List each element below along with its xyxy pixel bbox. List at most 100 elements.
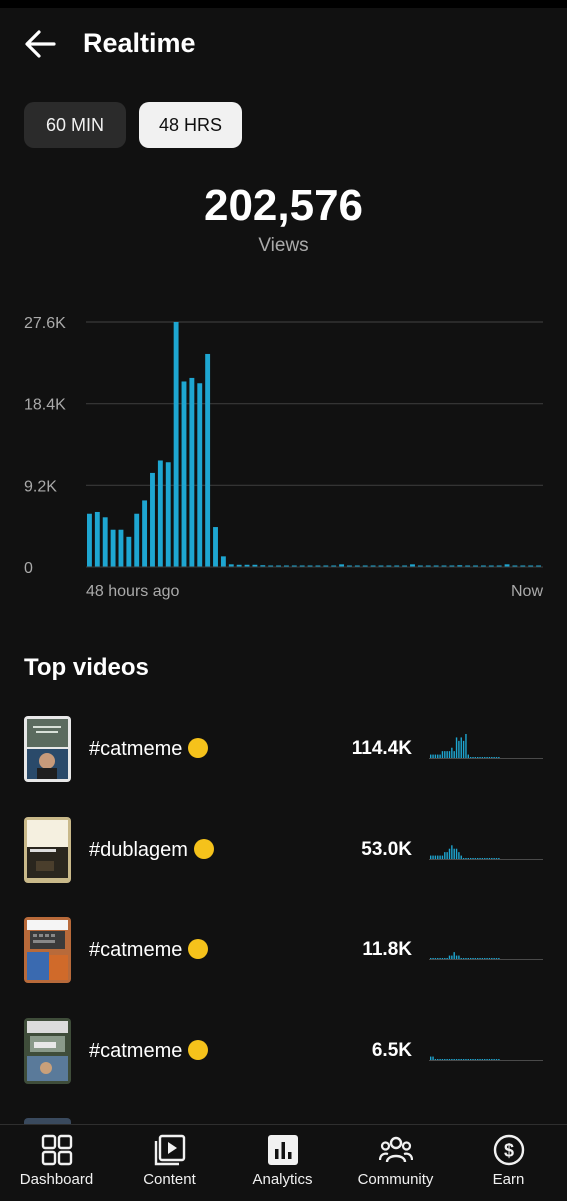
x-start-label: 48 hours ago xyxy=(86,583,180,600)
sparkline-bar xyxy=(479,757,481,758)
nav-content[interactable]: Content xyxy=(113,1125,226,1201)
sparkline-bar xyxy=(488,858,491,859)
sparkline-bar xyxy=(462,858,465,859)
sparkline-bar xyxy=(484,958,486,959)
sparkline-bar xyxy=(493,757,495,758)
sparkline-bar xyxy=(434,1059,437,1060)
sparkline-bar xyxy=(446,751,448,758)
sparkline-bar xyxy=(437,958,439,959)
sparkline-bar xyxy=(455,848,458,859)
chart-bar[interactable] xyxy=(213,527,218,567)
video-title: #dublagem xyxy=(89,837,214,863)
sparkline-bar xyxy=(472,757,474,758)
chart-bar[interactable] xyxy=(126,536,132,567)
video-row[interactable]: #dublagem 53.0K xyxy=(0,817,567,883)
range-chip-48-hrs[interactable]: 48 HRS xyxy=(139,102,242,148)
sparkline-bar xyxy=(488,757,491,758)
y-tick-label: 0 xyxy=(24,560,33,577)
sparkline-bar xyxy=(467,1059,469,1060)
sparkline-bar xyxy=(486,958,488,959)
video-row[interactable]: #catmeme 114.4K xyxy=(0,716,567,782)
sparkline-bar xyxy=(465,1059,467,1060)
chart-bar[interactable] xyxy=(118,529,124,567)
sparkline-bar xyxy=(495,757,498,758)
sparkline-bar xyxy=(462,958,465,959)
content-icon xyxy=(154,1134,185,1166)
chart-bar[interactable] xyxy=(142,500,148,567)
sparkline-bar xyxy=(441,751,444,758)
sparkline-bar xyxy=(477,757,479,758)
sparkline-bar xyxy=(437,754,439,758)
sparkline-bar xyxy=(491,1059,493,1060)
sparkline-bar xyxy=(469,858,472,859)
sparkline-bar xyxy=(451,955,453,959)
sparkline-bar xyxy=(465,734,467,758)
sparkline-bar xyxy=(446,852,448,859)
range-chip-60-min[interactable]: 60 MIN xyxy=(24,102,126,148)
sparkline-bar xyxy=(432,855,434,859)
video-row[interactable]: #catmeme 11.8K xyxy=(0,917,567,983)
back-button[interactable] xyxy=(20,24,60,64)
sparkline-bar xyxy=(481,1059,484,1060)
video-thumbnail xyxy=(24,1018,71,1084)
sparkline-bar xyxy=(486,858,488,859)
chart-bar[interactable] xyxy=(181,381,187,567)
svg-text:$: $ xyxy=(503,1141,513,1161)
chart-bar[interactable] xyxy=(197,383,203,567)
video-row[interactable]: #catmeme 6.5K xyxy=(0,1018,567,1084)
chart-bar[interactable] xyxy=(189,377,195,567)
chart-bar[interactable] xyxy=(173,322,179,567)
nav-dashboard[interactable]: Dashboard xyxy=(0,1125,113,1201)
sparkline-bar xyxy=(448,848,451,859)
chart-bar[interactable] xyxy=(220,556,226,567)
nav-label: Content xyxy=(143,1171,196,1188)
nav-analytics[interactable]: Analytics xyxy=(226,1125,339,1201)
sparkline-bar xyxy=(437,855,439,859)
sparkline-bar xyxy=(493,858,495,859)
sparkline-bar xyxy=(458,740,460,758)
chart-bar[interactable] xyxy=(110,529,116,567)
sparkline-bar xyxy=(446,1059,448,1060)
sparkline-bar xyxy=(432,1056,434,1060)
sparkline-bar xyxy=(458,955,460,959)
sparkline-bar xyxy=(458,1059,460,1060)
chart-bar[interactable] xyxy=(102,517,108,567)
nav-community[interactable]: Community xyxy=(339,1125,452,1201)
sparkline-bar xyxy=(446,958,448,959)
sparkline-bar xyxy=(467,858,469,859)
nav-earn[interactable]: $ Earn xyxy=(452,1125,565,1201)
chart-bar[interactable] xyxy=(150,472,155,567)
video-views: 114.4K xyxy=(351,738,412,759)
sparkline-bar xyxy=(460,1059,462,1060)
sparkline-bar xyxy=(448,955,451,959)
chart-bar[interactable] xyxy=(94,511,100,567)
chart-bar[interactable] xyxy=(157,460,163,567)
video-title: #catmeme xyxy=(89,937,209,963)
sparkline-bar xyxy=(498,858,500,859)
sparkline-bar xyxy=(484,858,486,859)
sparkline-bar xyxy=(498,757,500,758)
sparkline-bar xyxy=(453,751,455,758)
community-icon xyxy=(378,1136,413,1163)
nav-label: Earn xyxy=(492,1171,525,1188)
page-title: Realtime xyxy=(83,28,196,58)
sparkline-bar xyxy=(460,737,462,758)
bar-chart-svg: 27.6K 18.4K 9.2K 0 48 hours ago Now xyxy=(24,315,543,600)
status-bar xyxy=(0,0,567,8)
sparkline-bar xyxy=(439,855,441,859)
sparkline-bar xyxy=(441,1059,444,1060)
pleading-face-emoji xyxy=(188,939,209,959)
sparkline-bar xyxy=(488,958,491,959)
video-thumbnail xyxy=(24,817,71,883)
sparkline-bar xyxy=(462,740,465,758)
chart-bar[interactable] xyxy=(87,513,92,567)
chart-bar[interactable] xyxy=(134,513,140,567)
arrow-back-icon xyxy=(25,30,56,58)
chart-bar[interactable] xyxy=(205,353,211,567)
y-tick-label: 9.2K xyxy=(24,478,57,495)
chart-bar[interactable] xyxy=(165,462,171,567)
sparkline-bar xyxy=(455,1059,458,1060)
sparkline-bar xyxy=(439,958,441,959)
sparkline-bar xyxy=(481,757,484,758)
y-tick-label: 18.4K xyxy=(24,397,66,414)
